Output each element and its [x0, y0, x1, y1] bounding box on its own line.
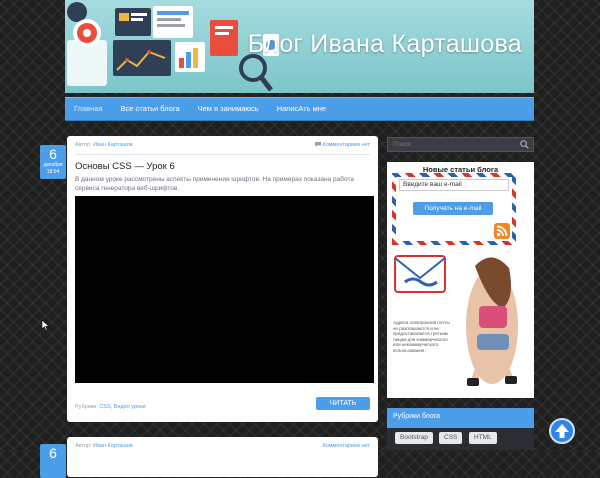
- privacy-note: Адреса электронной почты не разглашаются…: [393, 320, 450, 353]
- post2-card: Автор: Иван Карташов Комментариев нет: [67, 437, 378, 477]
- nav-item-about[interactable]: Чем я занимаюсь: [189, 98, 268, 120]
- main-nav: Главная Все статьи блога Чем я занимаюсь…: [65, 97, 534, 121]
- post-video-player[interactable]: [75, 196, 374, 383]
- post-date-day: 6: [49, 146, 57, 162]
- search-icon[interactable]: [520, 140, 529, 149]
- post-card: Автор: Иван Карташов Комментариев нет Ос…: [67, 136, 378, 422]
- post2-meta: Автор: Иван Карташов Комментариев нет: [75, 443, 370, 453]
- subscribe-widget: Новые статьи блога Введите ваш e-mail По…: [387, 162, 534, 398]
- read-more-button[interactable]: ЧИТАТЬ: [316, 397, 370, 410]
- post-date-time: 18:04: [46, 169, 60, 175]
- site-title[interactable]: Блог Ивана Карташова: [248, 30, 522, 59]
- subscribe-button[interactable]: Получать на e-mail: [413, 202, 493, 215]
- site-header: Блог Ивана Карташова: [65, 0, 534, 93]
- post2-author-wrap: Автор: Иван Карташов: [75, 443, 133, 449]
- post-categories: Рубрики: CSS, Видео уроки: [75, 404, 146, 410]
- search-input[interactable]: [388, 138, 518, 151]
- nav-item-all-posts[interactable]: Все статьи блога: [112, 98, 189, 120]
- scroll-to-top-button[interactable]: [549, 418, 575, 444]
- email-field[interactable]: Введите ваш e-mail: [399, 179, 509, 191]
- post-excerpt: В данном уроке рассмотрены аспекты приме…: [75, 176, 354, 192]
- post2-comments-link[interactable]: Комментариев нет: [322, 443, 370, 449]
- arrow-up-icon: [555, 424, 569, 438]
- tag-list: Bootstrap CSS HTML: [387, 428, 534, 450]
- post-date-badge: 6 декабря 18:04: [40, 145, 66, 179]
- rss-icon[interactable]: [494, 223, 510, 239]
- mouse-cursor-icon: [42, 320, 50, 331]
- post2-author-link[interactable]: Иван Карташов: [93, 443, 133, 449]
- post2-date-day: 6: [49, 445, 57, 461]
- post-date-month: декабря: [43, 162, 63, 168]
- post-author-wrap: Автор: Иван Карташов: [75, 142, 133, 148]
- post-categories-label: Рубрики:: [75, 404, 98, 410]
- tag-css[interactable]: CSS: [439, 432, 463, 444]
- tag-bootstrap[interactable]: Bootstrap: [395, 432, 433, 444]
- post-meta: Автор: Иван Карташов Комментариев нет: [75, 142, 370, 152]
- tag-html[interactable]: HTML: [469, 432, 497, 444]
- post-comments-link[interactable]: Комментариев нет: [314, 142, 370, 148]
- categories-widget-title: Рубрики блога: [393, 413, 441, 420]
- comment-icon: [314, 142, 321, 148]
- post2-date-badge: 6: [40, 444, 66, 478]
- nav-item-contact[interactable]: НаписАть мне: [268, 98, 335, 120]
- post-categories-links[interactable]: CSS, Видео уроки: [99, 404, 145, 410]
- post-comments-count: Комментариев нет: [322, 142, 370, 148]
- post2-comments-count: Комментариев нет: [322, 443, 370, 449]
- post-author-link[interactable]: Иван Карташов: [93, 142, 133, 148]
- post-divider: [75, 154, 370, 155]
- post-author-label: Автор:: [75, 142, 92, 148]
- post2-author-label: Автор:: [75, 443, 92, 449]
- post-title[interactable]: Основы CSS — Урок 6: [75, 161, 175, 172]
- search-box: [387, 137, 534, 152]
- categories-widget: Рубрики блога: [387, 408, 534, 428]
- nav-item-home[interactable]: Главная: [65, 98, 112, 120]
